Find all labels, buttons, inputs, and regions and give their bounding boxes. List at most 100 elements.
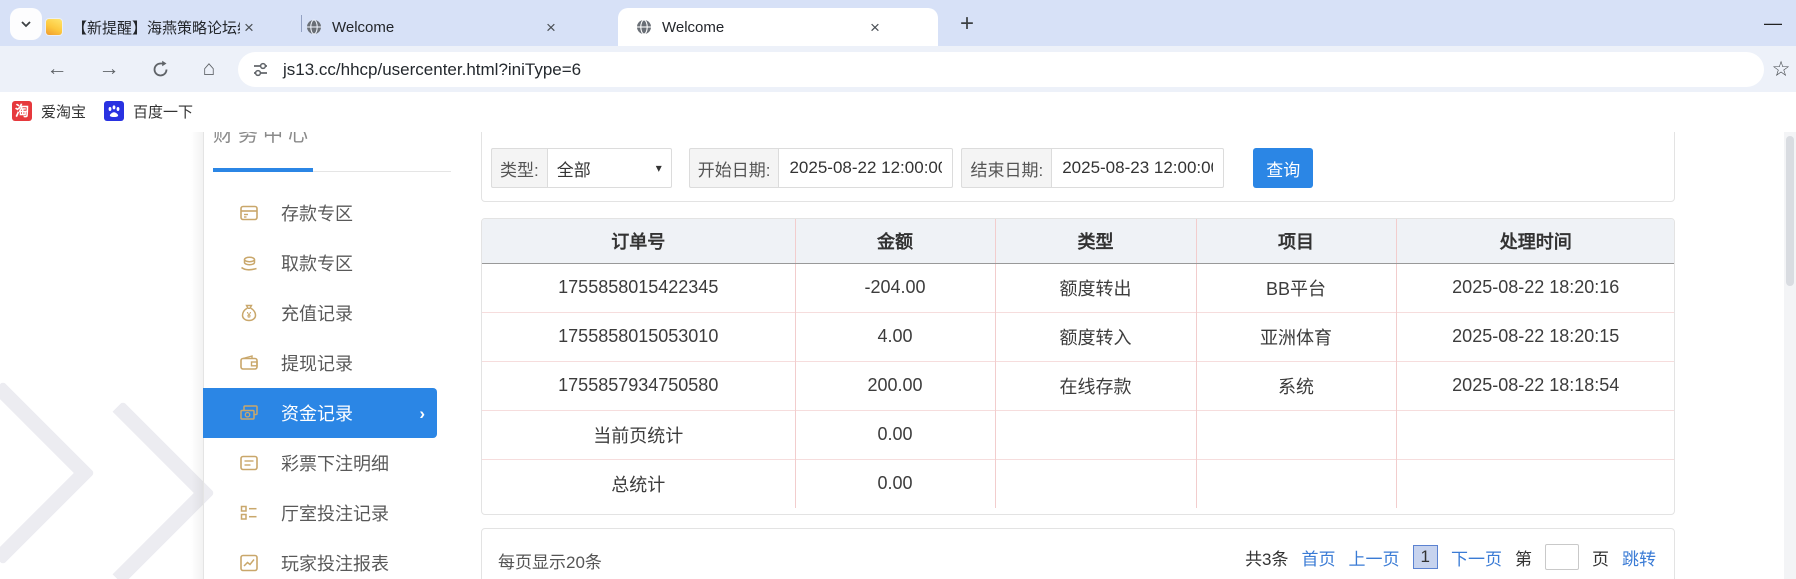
sidebar-item-deposit[interactable]: 存款专区: [203, 188, 455, 238]
type-select-value: 全部: [557, 156, 591, 181]
sidebar-item-label: 彩票下注明细: [281, 450, 389, 476]
tab-close-icon[interactable]: ×: [542, 17, 560, 38]
table-row: 1755858015422345 -204.00 额度转出 BB平台 2025-…: [482, 263, 1675, 312]
cell-project: 系统: [1196, 361, 1396, 410]
start-date-group: 开始日期:: [689, 148, 954, 188]
column-order-id: 订单号: [482, 219, 795, 263]
start-date-input[interactable]: [778, 148, 953, 188]
deposit-icon: [239, 203, 259, 223]
haiyan-favicon: [46, 19, 62, 35]
sidebar-item-label: 取款专区: [281, 250, 353, 276]
home-button[interactable]: ⌂: [192, 46, 226, 92]
type-filter-label: 类型:: [491, 148, 547, 188]
cell-process-time: 2025-08-22 18:18:54: [1396, 361, 1675, 410]
end-date-input[interactable]: [1051, 148, 1224, 188]
list-document-icon: [239, 453, 259, 473]
tab-close-icon[interactable]: ×: [866, 17, 884, 38]
sidebar-header: 财务中心: [213, 132, 313, 147]
list-squares-icon: [239, 503, 259, 523]
column-amount: 金额: [795, 219, 995, 263]
tab-haiyan-forum[interactable]: 【新提醒】海燕策略论坛综合交 ×: [46, 8, 298, 46]
pagination-panel: 每页显示20条 共3条 首页 上一页 1 下一页 第 页 跳转: [481, 528, 1675, 579]
cell-order-id: 1755858015422345: [482, 263, 795, 312]
cell-order-id: 1755857934750580: [482, 361, 795, 410]
new-tab-button[interactable]: +: [952, 9, 982, 39]
cell-amount: -204.00: [795, 263, 995, 312]
cell-project: 亚洲体育: [1196, 312, 1396, 361]
filter-panel: 类型: 全部 ▾ 开始日期: 结束日期: 查询: [481, 132, 1675, 202]
next-page-link[interactable]: 下一页: [1451, 545, 1502, 570]
sidebar-item-label: 充值记录: [281, 300, 353, 326]
sidebar-item-recharge-record[interactable]: ¥ 充值记录: [203, 288, 455, 338]
jump-page-input[interactable]: [1545, 544, 1579, 570]
scrollbar-thumb[interactable]: [1786, 136, 1794, 286]
url-text: js13.cc/hhcp/usercenter.html?iniType=6: [283, 60, 581, 80]
chart-report-icon: [239, 553, 259, 573]
cell-empty: [995, 410, 1196, 459]
tab-welcome-active[interactable]: Welcome ×: [618, 8, 938, 46]
first-page-link[interactable]: 首页: [1302, 545, 1336, 570]
cell-process-time: 2025-08-22 18:20:15: [1396, 312, 1675, 361]
bookmark-baidu[interactable]: 百度一下: [104, 96, 193, 126]
cell-project: BB平台: [1196, 263, 1396, 312]
tab-welcome-1[interactable]: Welcome ×: [306, 8, 612, 46]
sidebar-item-label: 资金记录: [281, 400, 353, 426]
sidebar-header-accent: [213, 168, 313, 172]
tab-search-dropdown-button[interactable]: [10, 8, 42, 40]
current-page-badge[interactable]: 1: [1413, 545, 1438, 569]
money-bag-icon: ¥: [239, 303, 259, 323]
start-date-label: 开始日期:: [689, 148, 779, 188]
cell-process-time: 2025-08-22 18:20:16: [1396, 263, 1675, 312]
cell-empty: [1396, 459, 1675, 508]
tab-close-icon[interactable]: ×: [240, 17, 258, 38]
tab-title: Welcome: [662, 19, 866, 36]
sidebar-item-hall-bet-records[interactable]: 厅室投注记录: [203, 488, 455, 538]
tab-title: 【新提醒】海燕策略论坛综合交: [72, 17, 240, 38]
hand-coins-icon: [239, 253, 259, 273]
sidebar-item-fund-records[interactable]: 资金记录 ›: [203, 388, 437, 438]
type-select[interactable]: 全部 ▾: [547, 148, 672, 188]
cell-empty: [1196, 410, 1396, 459]
background-chevron-decoration: [31, 401, 215, 579]
select-arrow-icon: ▾: [656, 161, 662, 175]
address-bar[interactable]: js13.cc/hhcp/usercenter.html?iniType=6: [238, 52, 1764, 87]
cell-type: 在线存款: [995, 361, 1196, 410]
back-button[interactable]: ←: [40, 46, 74, 92]
sidebar: 财务中心 存款专区 取款专区 ¥: [203, 132, 455, 579]
table-row-current-page-total: 当前页统计 0.00: [482, 410, 1675, 459]
reload-icon: [151, 60, 170, 79]
bookmark-aitaobao[interactable]: 淘 爱淘宝: [12, 96, 86, 126]
end-date-label: 结束日期:: [961, 148, 1051, 188]
taobao-icon: 淘: [12, 101, 32, 121]
bookmark-star-icon[interactable]: ☆: [1768, 56, 1794, 82]
page-content: 财务中心 存款专区 取款专区 ¥: [0, 132, 1796, 579]
sidebar-item-lottery-bet-detail[interactable]: 彩票下注明细: [203, 438, 455, 488]
cell-empty: [1196, 459, 1396, 508]
cell-amount: 0.00: [795, 459, 995, 508]
baidu-paw-icon: [104, 101, 124, 121]
window-minimize-button[interactable]: —: [1760, 10, 1786, 36]
table-header-row: 订单号 金额 类型 项目 处理时间: [482, 219, 1675, 263]
sidebar-item-withdraw[interactable]: 取款专区: [203, 238, 455, 288]
prev-page-link[interactable]: 上一页: [1349, 545, 1400, 570]
tab-title: Welcome: [332, 19, 542, 36]
globe-icon: [306, 19, 322, 35]
tab-divider: [301, 15, 302, 32]
svg-text:¥: ¥: [247, 311, 252, 320]
table-row: 1755857934750580 200.00 在线存款 系统 2025-08-…: [482, 361, 1675, 410]
sidebar-item-player-bet-report[interactable]: 玩家投注报表: [203, 538, 455, 579]
sidebar-item-withdrawal-record[interactable]: 提现记录: [203, 338, 455, 388]
reload-button[interactable]: [143, 46, 177, 92]
sidebar-item-label: 存款专区: [281, 200, 353, 226]
jump-link[interactable]: 跳转: [1622, 545, 1656, 570]
cell-amount: 4.00: [795, 312, 995, 361]
site-info-icon[interactable]: [252, 61, 269, 78]
forward-button[interactable]: →: [92, 46, 126, 92]
chevron-down-icon: [19, 17, 33, 31]
cell-label: 总统计: [482, 459, 795, 508]
fund-records-table: 订单号 金额 类型 项目 处理时间 1755858015422345 -204.…: [482, 219, 1675, 508]
cell-label: 当前页统计: [482, 410, 795, 459]
sidebar-shadow: [191, 132, 203, 579]
wallet-icon: [239, 353, 259, 373]
search-button[interactable]: 查询: [1253, 148, 1313, 188]
